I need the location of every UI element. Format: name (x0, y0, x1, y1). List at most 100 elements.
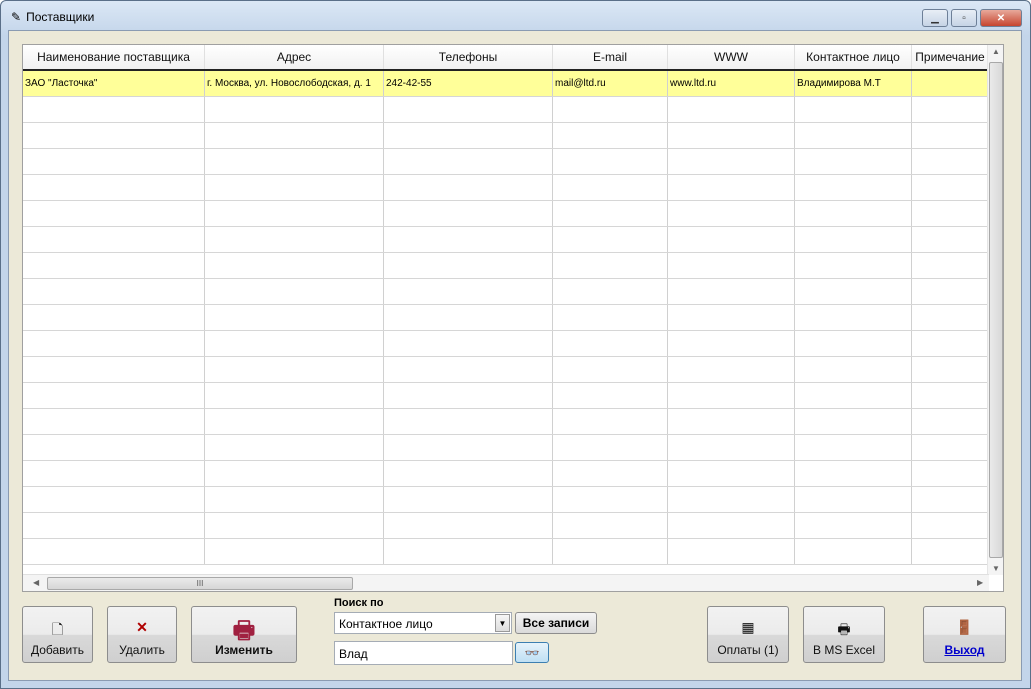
table-cell[interactable] (795, 175, 912, 200)
table-cell[interactable] (205, 461, 384, 486)
minimize-button[interactable]: ▁ (922, 9, 948, 27)
table-cell[interactable]: mail@ltd.ru (553, 71, 668, 96)
table-cell[interactable]: 242-42-55 (384, 71, 553, 96)
table-row[interactable] (23, 279, 989, 305)
table-cell[interactable] (668, 383, 795, 408)
table-cell[interactable] (384, 227, 553, 252)
table-row[interactable] (23, 383, 989, 409)
table-cell[interactable] (795, 487, 912, 512)
table-cell[interactable] (384, 461, 553, 486)
payments-button[interactable]: ▦ Оплаты (1) (707, 606, 789, 663)
table-cell[interactable] (795, 461, 912, 486)
table-cell[interactable] (23, 123, 205, 148)
table-cell[interactable] (23, 383, 205, 408)
table-cell[interactable] (384, 513, 553, 538)
column-header[interactable]: Контактное лицо (795, 45, 912, 69)
table-cell[interactable] (668, 227, 795, 252)
table-cell[interactable] (384, 435, 553, 460)
table-cell[interactable] (384, 279, 553, 304)
chevron-down-icon[interactable]: ▼ (495, 614, 510, 632)
table-cell[interactable] (384, 383, 553, 408)
table-cell[interactable] (384, 331, 553, 356)
table-cell[interactable] (795, 331, 912, 356)
table-cell[interactable] (205, 279, 384, 304)
table-cell[interactable] (553, 539, 668, 564)
table-cell[interactable] (553, 253, 668, 278)
table-cell[interactable] (553, 487, 668, 512)
table-cell[interactable] (795, 279, 912, 304)
table-cell[interactable] (795, 409, 912, 434)
scroll-left-icon[interactable]: ◀ (33, 578, 39, 587)
table-cell[interactable] (912, 383, 989, 408)
table-row[interactable] (23, 487, 989, 513)
table-cell[interactable] (553, 279, 668, 304)
table-cell[interactable] (912, 253, 989, 278)
table-cell[interactable] (205, 175, 384, 200)
table-cell[interactable] (553, 435, 668, 460)
table-cell[interactable] (205, 513, 384, 538)
table-cell[interactable] (384, 539, 553, 564)
table-cell[interactable] (23, 279, 205, 304)
table-cell[interactable] (795, 123, 912, 148)
table-cell[interactable] (668, 201, 795, 226)
table-cell[interactable] (23, 227, 205, 252)
table-cell[interactable]: г. Москва, ул. Новослободская, д. 1 (205, 71, 384, 96)
table-cell[interactable] (205, 539, 384, 564)
table-row[interactable] (23, 201, 989, 227)
table-cell[interactable] (912, 409, 989, 434)
column-header[interactable]: Адрес (205, 45, 384, 69)
add-button[interactable]: 🗋 Добавить (22, 606, 93, 663)
table-cell[interactable] (553, 331, 668, 356)
table-cell[interactable] (553, 513, 668, 538)
table-cell[interactable] (912, 175, 989, 200)
table-row[interactable] (23, 461, 989, 487)
table-cell[interactable] (795, 97, 912, 122)
table-cell[interactable] (384, 305, 553, 330)
table-row[interactable] (23, 331, 989, 357)
table-cell[interactable] (912, 97, 989, 122)
table-row[interactable] (23, 175, 989, 201)
column-header[interactable]: E-mail (553, 45, 668, 69)
maximize-button[interactable]: ▫ (951, 9, 977, 27)
table-row[interactable] (23, 513, 989, 539)
column-header[interactable]: Наименование поставщика (23, 45, 205, 69)
table-cell[interactable] (205, 409, 384, 434)
table-cell[interactable] (384, 357, 553, 382)
table-cell[interactable] (23, 357, 205, 382)
table-row[interactable]: ЗАО "Ласточка" г. Москва, ул. Новослободс… (23, 71, 989, 97)
table-cell[interactable] (912, 461, 989, 486)
table-cell[interactable] (795, 383, 912, 408)
table-cell[interactable] (205, 201, 384, 226)
table-cell[interactable] (553, 175, 668, 200)
all-records-button[interactable]: Все записи (515, 612, 597, 634)
table-cell[interactable] (205, 487, 384, 512)
table-row[interactable] (23, 227, 989, 253)
table-cell[interactable] (23, 97, 205, 122)
table-cell[interactable] (668, 487, 795, 512)
column-header[interactable]: WWW (668, 45, 795, 69)
table-cell[interactable] (23, 305, 205, 330)
vertical-scrollbar[interactable]: ▲ ▼ (987, 45, 1003, 575)
table-cell[interactable] (795, 357, 912, 382)
table-row[interactable] (23, 305, 989, 331)
scroll-right-icon[interactable]: ▶ (977, 578, 983, 587)
table-cell[interactable] (668, 357, 795, 382)
table-cell[interactable] (23, 253, 205, 278)
table-cell[interactable] (553, 97, 668, 122)
table-cell[interactable] (23, 513, 205, 538)
table-cell[interactable] (795, 513, 912, 538)
table-cell[interactable] (553, 305, 668, 330)
table-row[interactable] (23, 123, 989, 149)
table-row[interactable] (23, 97, 989, 123)
table-cell[interactable] (553, 357, 668, 382)
horizontal-scroll-thumb[interactable]: III (47, 577, 353, 590)
table-cell[interactable] (668, 513, 795, 538)
search-button[interactable]: 👓 (515, 642, 549, 663)
table-cell[interactable] (384, 487, 553, 512)
table-cell[interactable] (23, 201, 205, 226)
table-cell[interactable] (912, 331, 989, 356)
edit-button[interactable]: 🖶 Изменить (191, 606, 297, 663)
table-cell[interactable] (205, 227, 384, 252)
table-cell[interactable] (553, 383, 668, 408)
table-cell[interactable] (23, 461, 205, 486)
